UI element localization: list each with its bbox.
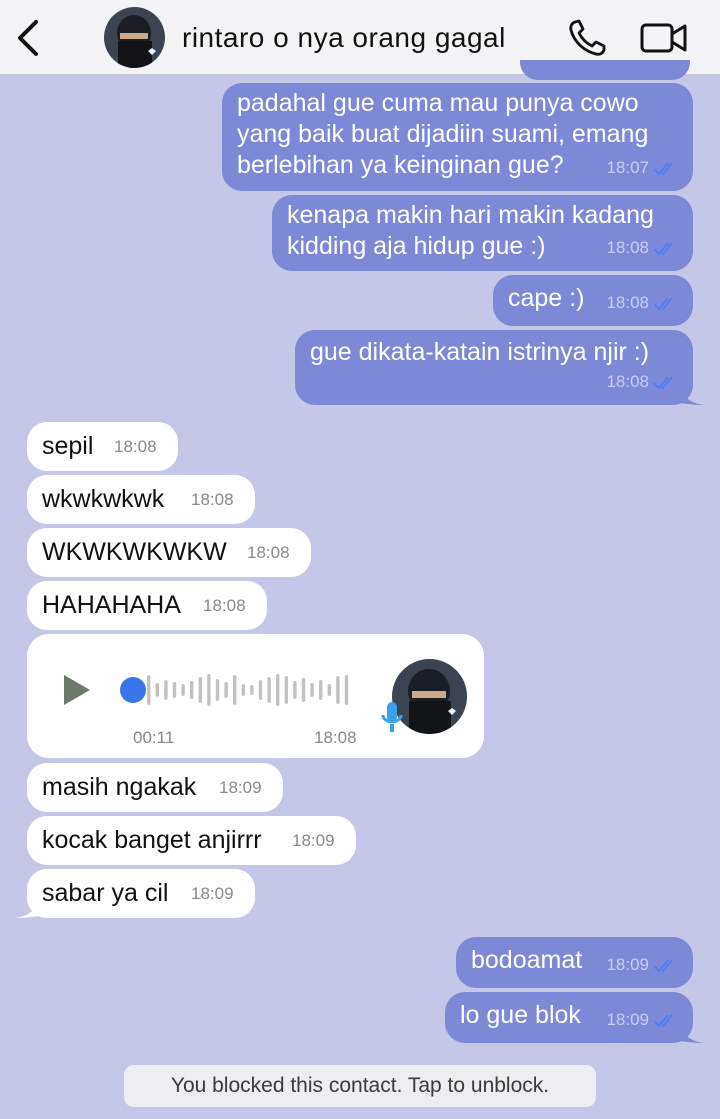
message-text: masih ngakak — [42, 773, 197, 801]
message-time: 18:08 — [114, 437, 157, 456]
video-call-button[interactable] — [638, 18, 690, 58]
message-bubble-incoming[interactable]: sepil 18:08 — [27, 422, 178, 471]
double-check-icon — [653, 958, 673, 972]
contact-name[interactable]: rintaro o nya orang gagal — [182, 22, 506, 54]
waveform-bar — [344, 675, 349, 705]
waveform-bar — [293, 681, 297, 699]
message-text: gue dikata-katain istrinya njir :) — [310, 338, 650, 366]
bubble-tail — [678, 383, 704, 405]
voice-message-bubble[interactable]: 00:11 18:08 — [27, 634, 484, 758]
double-check-icon — [653, 375, 673, 389]
bubble-tail — [15, 896, 41, 918]
message-text: kocak banget anjirrr — [42, 826, 262, 854]
voice-duration: 00:11 — [133, 728, 175, 747]
play-icon[interactable] — [61, 672, 93, 708]
waveform-bar — [241, 684, 245, 696]
message-meta: 18:08 — [606, 232, 679, 263]
waveform-bar — [258, 680, 263, 700]
message-bubble-incoming[interactable]: kocak banget anjirrr 18:09 — [27, 816, 356, 865]
waveform-bar — [181, 684, 185, 696]
waveform-bar — [172, 682, 177, 698]
message-meta: 18:08 — [606, 366, 679, 397]
waveform-bar — [215, 679, 220, 701]
message-time: 18:09 — [191, 884, 234, 903]
double-check-icon — [653, 161, 673, 175]
message-meta: 18:07 — [606, 152, 679, 183]
message-meta: 18:08 — [606, 287, 679, 318]
waveform-bar — [164, 680, 168, 700]
message-bubble-incoming[interactable]: WKWKWKWKW 18:08 — [27, 528, 311, 577]
message-bubble-outgoing[interactable]: padahal gue cuma mau punya cowo yang bai… — [222, 83, 693, 191]
waveform-bar — [310, 683, 314, 697]
message-time: 18:08 — [606, 238, 649, 257]
waveform-bar — [147, 675, 151, 705]
message-text: WKWKWKWKW — [42, 538, 227, 566]
double-check-icon — [653, 1013, 673, 1027]
waveform-bar — [207, 674, 211, 706]
contact-avatar[interactable] — [104, 7, 165, 68]
waveform-bar — [155, 683, 159, 697]
message-text: sabar ya cil — [42, 879, 169, 907]
waveform-bar — [336, 676, 340, 704]
message-time: 18:08 — [606, 293, 649, 312]
message-bubble-outgoing[interactable]: cape :) 18:08 — [493, 275, 693, 326]
voice-time: 18:08 — [314, 728, 357, 747]
message-time: 18:08 — [606, 372, 649, 391]
waveform-bar — [233, 675, 237, 705]
message-meta: 18:09 — [606, 949, 679, 980]
message-text: sepil — [42, 432, 94, 460]
message-bubble-outgoing[interactable]: gue dikata-katain istrinya njir :) 18:08 — [295, 330, 693, 405]
bubble-tail — [678, 1021, 704, 1043]
waveform-bar — [276, 674, 280, 706]
message-bubble-incoming[interactable]: HAHAHAHA 18:08 — [27, 581, 267, 630]
message-bubble-outgoing[interactable]: kenapa makin hari makin kadang kidding a… — [272, 195, 693, 271]
waveform-bar — [327, 684, 331, 696]
message-time: 18:09 — [606, 1010, 649, 1029]
unblock-contact-banner[interactable]: You blocked this contact. Tap to unblock… — [124, 1065, 596, 1107]
waveform-bar — [224, 682, 228, 698]
waveform-bar — [250, 685, 254, 695]
waveform-bar — [319, 680, 323, 700]
message-time: 18:08 — [247, 543, 290, 562]
double-check-icon — [653, 296, 673, 310]
message-meta: 18:09 — [606, 1004, 679, 1035]
back-button[interactable] — [10, 18, 46, 58]
message-bubble-outgoing[interactable]: bodoamat 18:09 — [456, 937, 693, 988]
microphone-icon — [381, 702, 403, 732]
waveform-bar — [301, 678, 306, 702]
waveform-bar — [198, 677, 202, 703]
waveform-bar — [190, 681, 194, 699]
message-text: wkwkwkwk — [42, 485, 165, 513]
waveform-bar — [267, 677, 271, 703]
message-time: 18:09 — [219, 778, 262, 797]
waveform-bar — [284, 676, 288, 704]
message-bubble-incoming[interactable]: wkwkwkwk 18:08 — [27, 475, 255, 524]
video-camera-icon — [640, 23, 687, 53]
message-bubble-incoming[interactable]: masih ngakak 18:09 — [27, 763, 283, 812]
message-time: 18:08 — [203, 596, 246, 615]
chevron-left-icon — [18, 20, 38, 56]
message-text: HAHAHAHA — [42, 591, 181, 619]
audio-waveform[interactable] — [119, 672, 355, 708]
message-bubble-incoming[interactable]: sabar ya cil 18:09 — [27, 869, 255, 918]
message-time: 18:09 — [292, 831, 335, 850]
voice-call-button[interactable] — [566, 18, 608, 58]
phone-icon — [569, 19, 606, 56]
double-check-icon — [653, 241, 673, 255]
message-time: 18:08 — [191, 490, 234, 509]
previous-message-bubble — [520, 60, 690, 80]
message-bubble-outgoing[interactable]: lo gue blok 18:09 — [445, 992, 693, 1043]
message-time: 18:09 — [606, 955, 649, 974]
message-time: 18:07 — [606, 158, 649, 177]
